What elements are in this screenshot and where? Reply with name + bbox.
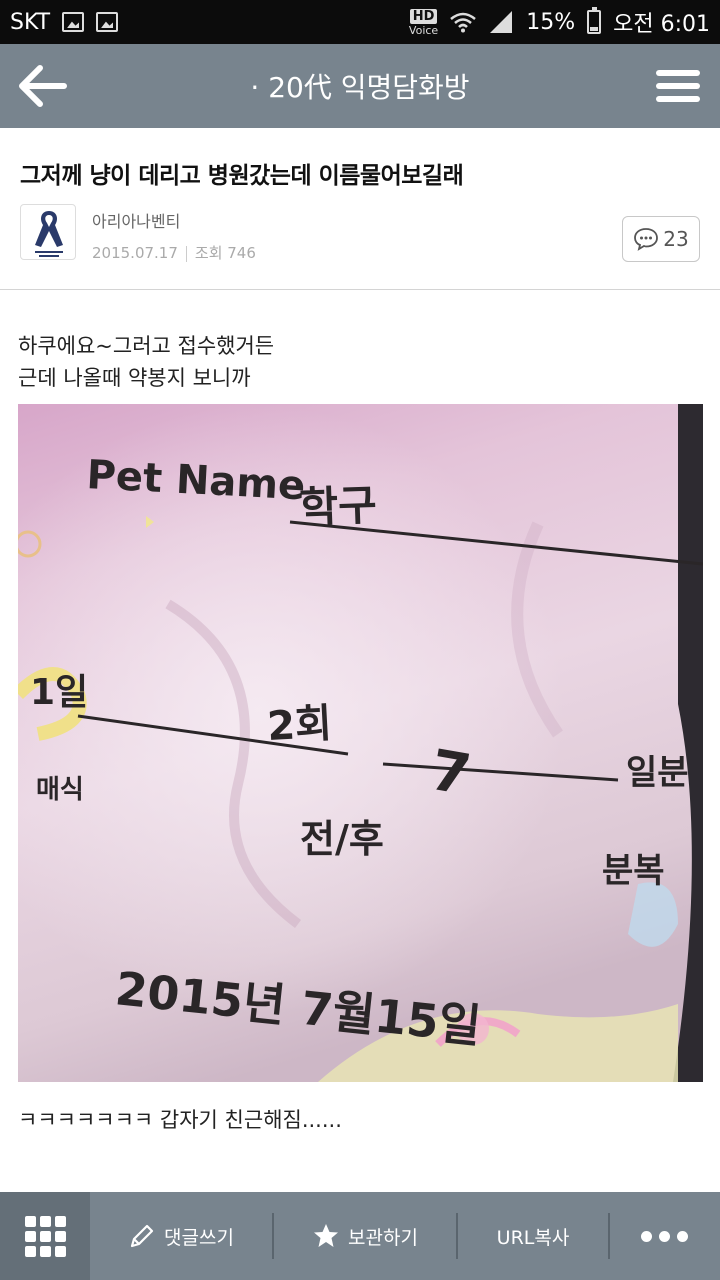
post-header: 그저께 냥이 데리고 병원갔는데 이름물어보길래 아리아나벤티 2015.07.…	[0, 128, 720, 290]
save-button[interactable]: 보관하기	[274, 1192, 456, 1280]
board-title: · 20代 익명담화방	[250, 71, 470, 104]
post-footer-text: ㅋㅋㅋㅋㅋㅋㅋ 갑자기 친근해짐......	[18, 1108, 342, 1132]
apps-grid-button[interactable]	[0, 1192, 90, 1280]
battery-icon	[587, 7, 602, 34]
hamburger-icon	[656, 63, 700, 109]
gallery-notification-icon-2	[96, 12, 119, 32]
day-label: 1일	[30, 672, 88, 713]
ribbon-icon	[35, 211, 63, 257]
status-bar: SKT HD Voice 15% 오전 6:01	[0, 0, 720, 44]
divided-label: 분복	[602, 851, 665, 891]
carrier-label: SKT	[10, 9, 51, 35]
menu-button[interactable]	[636, 44, 720, 128]
app-bar: · 20代 익명담화방	[0, 44, 720, 128]
save-label: 보관하기	[348, 1226, 418, 1249]
post-date: 2015.07.17	[92, 244, 178, 262]
author-avatar[interactable]	[20, 204, 76, 260]
write-comment-button[interactable]: 댓글쓰기	[90, 1192, 272, 1280]
more-dots-icon	[640, 1230, 688, 1242]
more-button[interactable]	[610, 1192, 718, 1280]
medicine-bag-image: Pet Name 학구 1일 2회 7 일분 매식 전/후 분복 2015년 7…	[18, 404, 703, 1082]
meal-label: 매식	[36, 775, 84, 805]
grid-icon	[24, 1215, 66, 1257]
voice-label: Voice	[408, 23, 439, 37]
clock: 오전 6:01	[613, 12, 710, 37]
meta-divider	[185, 245, 187, 262]
post-title: 그저께 냥이 데리고 병원갔는데 이름물어보길래	[20, 163, 464, 189]
pencil-icon	[130, 1224, 154, 1248]
gallery-notification-icon	[62, 12, 85, 32]
write-comment-label: 댓글쓰기	[164, 1226, 234, 1249]
copy-url-label: URL복사	[496, 1226, 570, 1249]
body-line-2: 근데 나올때 약봉지 보니까	[18, 366, 251, 390]
back-button[interactable]	[0, 44, 84, 128]
daily-label: 일분	[626, 753, 689, 793]
comment-bubble-icon	[634, 228, 659, 251]
bottom-toolbar: 댓글쓰기 보관하기 URL복사	[0, 1192, 720, 1280]
post-meta: 2015.07.17 조회 746	[92, 242, 256, 263]
comment-count-button[interactable]: 23	[622, 216, 700, 262]
body-line-1: 하쿠에요~그러고 접수했거든	[18, 334, 275, 358]
before-after: 전/후	[300, 817, 384, 861]
wifi-icon	[450, 12, 477, 33]
post-photo[interactable]: Pet Name 학구 1일 2회 7 일분 매식 전/후 분복 2015년 7…	[18, 404, 703, 1082]
star-icon	[314, 1224, 339, 1247]
hd-voice-icon: HD Voice	[408, 8, 439, 37]
author-name[interactable]: 아리아나벤티	[92, 208, 180, 232]
hd-label: HD	[409, 8, 438, 24]
back-arrow-icon	[19, 65, 67, 107]
signal-icon	[490, 11, 513, 33]
battery-percent: 15%	[526, 9, 576, 35]
comment-count: 23	[663, 227, 689, 251]
copy-url-button[interactable]: URL복사	[458, 1192, 608, 1280]
post-body: 하쿠에요~그러고 접수했거든 근데 나올때 약봉지 보니까	[18, 330, 274, 394]
view-count: 조회 746	[194, 244, 256, 262]
